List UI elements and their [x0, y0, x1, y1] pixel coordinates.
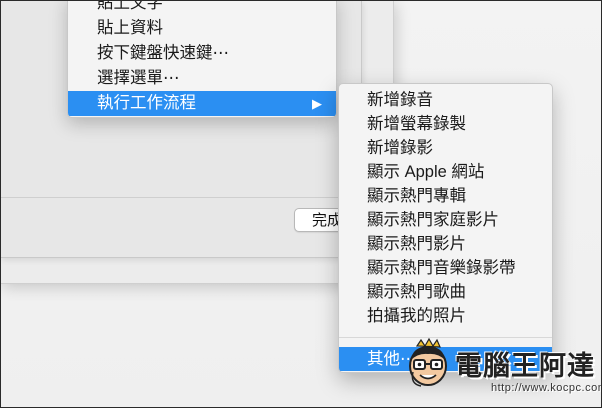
submenu-item-show-top-songs[interactable]: 顯示熱門歌曲	[339, 280, 552, 304]
submenu-item-new-screen-recording[interactable]: 新增螢幕錄製	[339, 112, 552, 136]
menu-item-choose-menu[interactable]: 選擇選單⋯	[68, 66, 336, 91]
menu-item-paste-data[interactable]: 貼上資料	[68, 16, 336, 41]
watermark: 電腦王阿達 http://www.kocpc.com.tw	[405, 338, 601, 402]
submenu-item-new-video-recording[interactable]: 新增錄影	[339, 136, 552, 160]
menu-item-run-workflow[interactable]: 執行工作流程 ▶	[68, 91, 336, 116]
watermark-title: 電腦王阿達	[455, 351, 595, 381]
submenu-item-show-apple-website[interactable]: 顯示 Apple 網站	[339, 160, 552, 184]
menu-item-press-shortcut[interactable]: 按下鍵盤快速鍵⋯	[68, 41, 336, 66]
menu-item-paste-text[interactable]: 貼上文字	[68, 1, 336, 16]
menu-item-run-workflow-label: 執行工作流程	[97, 94, 196, 112]
triangle-right-icon: ▶	[312, 96, 322, 111]
watermark-url: http://www.kocpc.com.tw	[491, 382, 601, 394]
submenu-item-show-top-movies[interactable]: 顯示熱門影片	[339, 232, 552, 256]
submenu-item-show-top-home-videos[interactable]: 顯示熱門家庭影片	[339, 208, 552, 232]
screenshot-frame: 完成 貼上文字 貼上資料 按下鍵盤快速鍵⋯ 選擇選單⋯ 執行工作流程 ▶ 新增錄…	[0, 0, 602, 408]
mascot-logo-icon	[409, 338, 447, 387]
panel-divider	[1, 197, 361, 198]
submenu-item-show-top-albums[interactable]: 顯示熱門專輯	[339, 184, 552, 208]
submenu-item-show-top-music-videos[interactable]: 顯示熱門音樂錄影帶	[339, 256, 552, 280]
submenu-item-take-my-picture[interactable]: 拍攝我的照片	[339, 304, 552, 328]
workflow-submenu: 新增錄音 新增螢幕錄製 新增錄影 顯示 Apple 網站 顯示熱門專輯 顯示熱門…	[338, 83, 553, 373]
submenu-item-new-audio-recording[interactable]: 新增錄音	[339, 88, 552, 112]
action-menu: 貼上文字 貼上資料 按下鍵盤快速鍵⋯ 選擇選單⋯ 執行工作流程 ▶	[67, 1, 337, 118]
